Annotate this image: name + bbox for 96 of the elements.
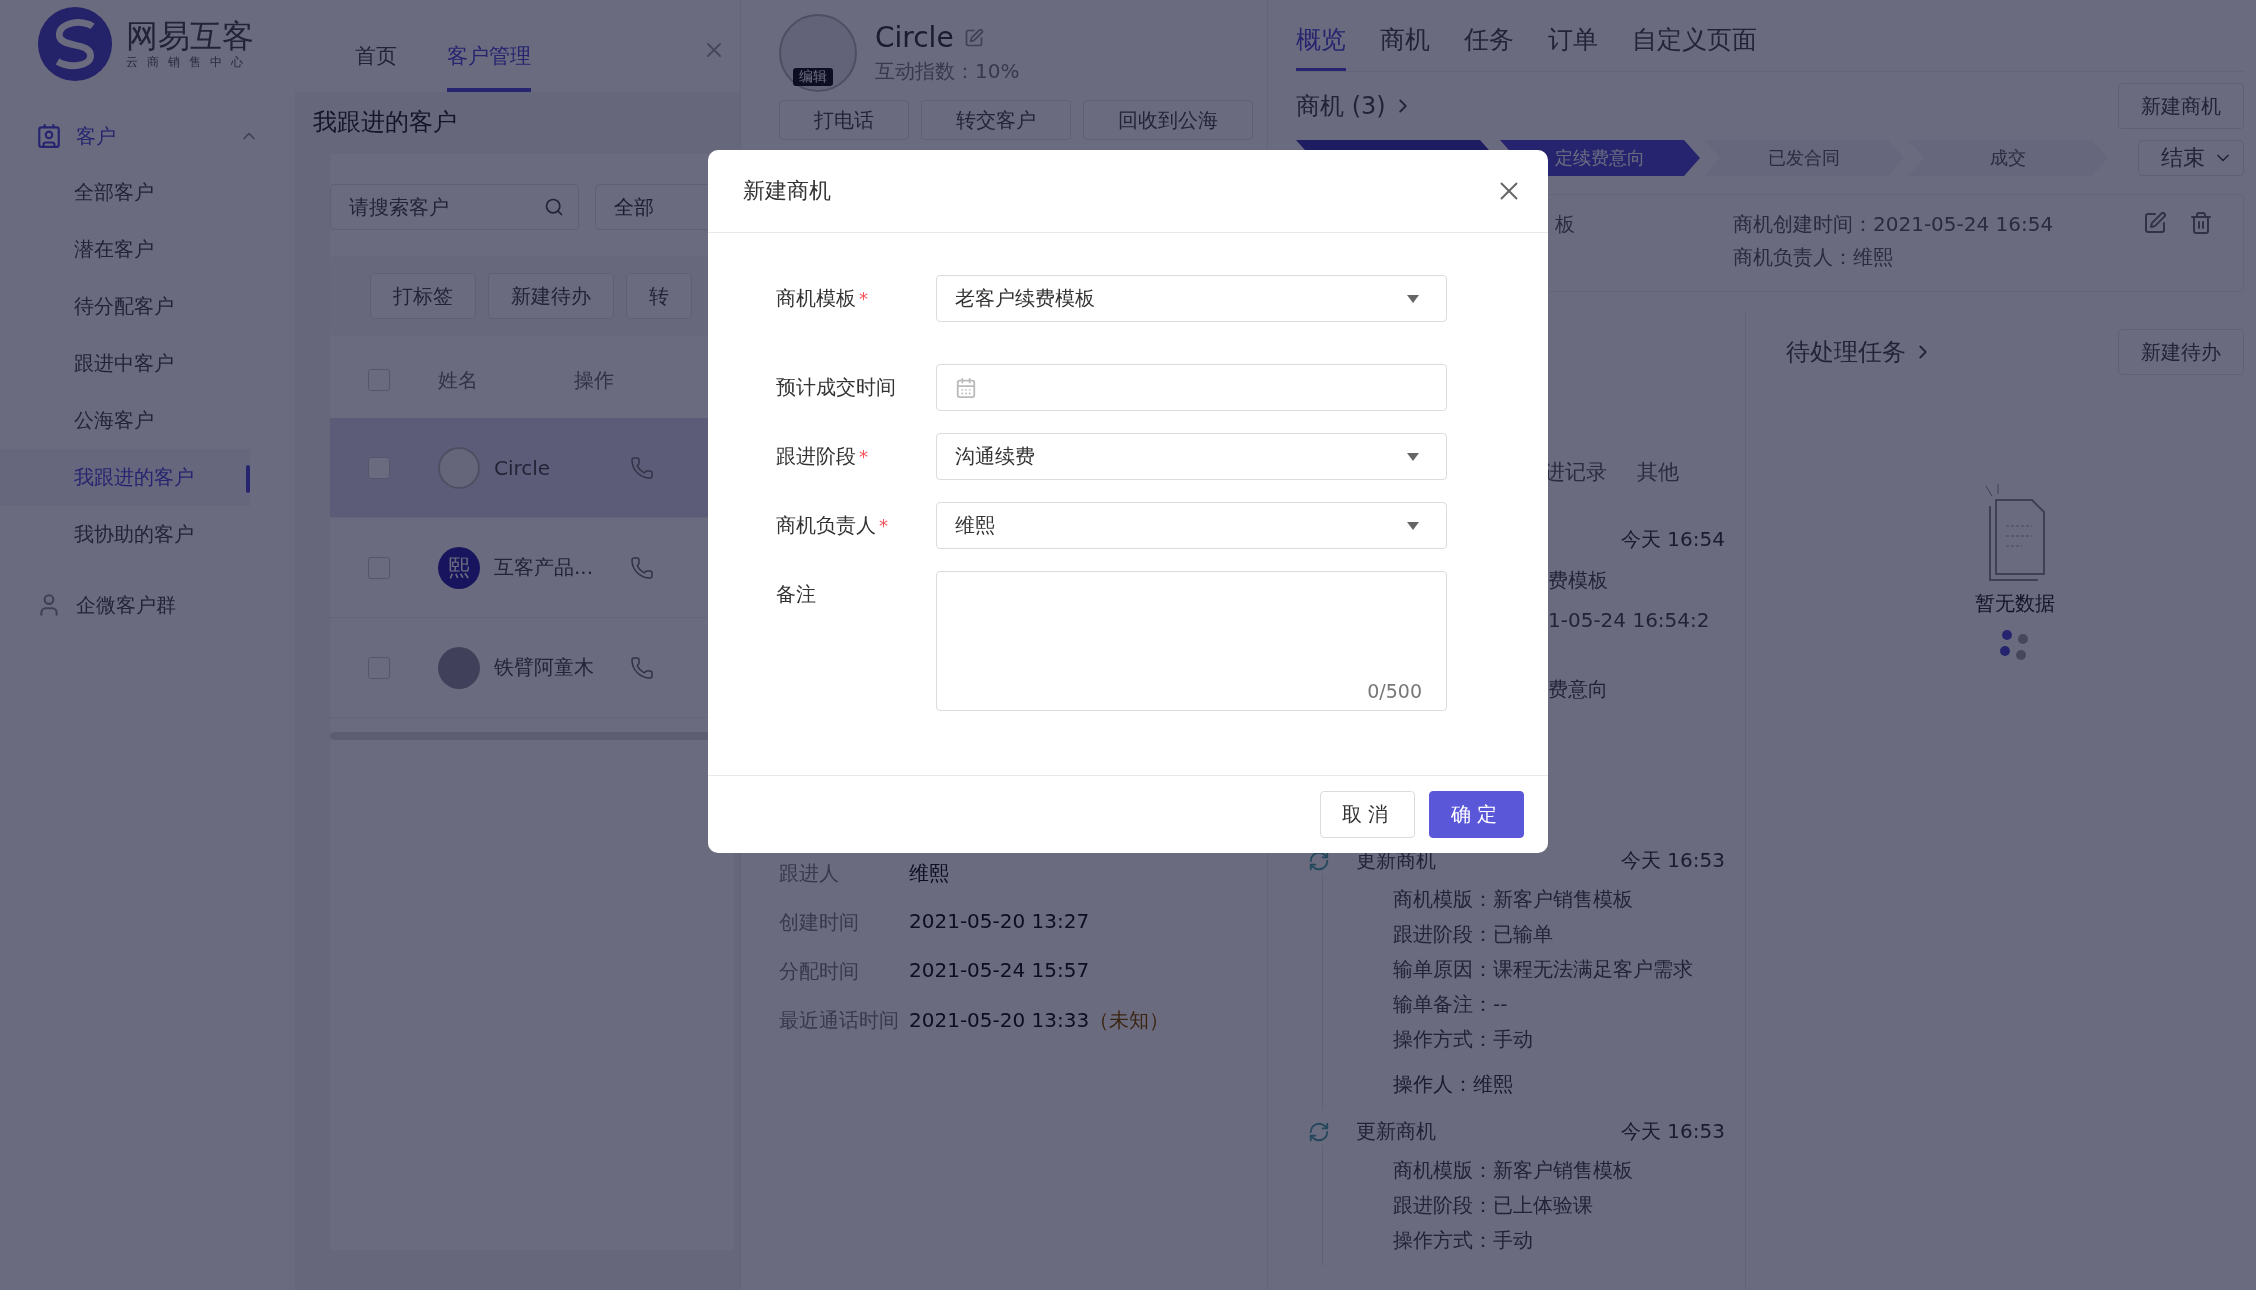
detail-tab[interactable]: 任务 (1464, 23, 1514, 71)
nav-tab[interactable]: 首页 (355, 42, 397, 92)
sidebar-item[interactable]: 我协助的客户 (0, 506, 250, 563)
logo-icon (36, 5, 114, 83)
new-task-button[interactable]: 新建待办 (2118, 329, 2244, 375)
photo-placeholder (438, 646, 480, 689)
detail-tab[interactable]: 订单 (1548, 23, 1598, 71)
detail-tab[interactable]: 自定义页面 (1632, 23, 1757, 71)
nav-tab[interactable]: 客户管理 (447, 42, 531, 92)
logo-subtitle: 云商销售中心 (126, 53, 253, 71)
customer-name: Circle (494, 455, 552, 480)
sidebar-item[interactable]: 跟进中客户 (0, 335, 250, 392)
entry-line: 操作方式：手动 (1393, 1227, 1534, 1254)
date-field[interactable] (936, 364, 1447, 411)
field-value: 2021-05-20 13:33（未知） (909, 1007, 1170, 1034)
detail-tab[interactable]: 商机 (1380, 23, 1430, 71)
select-field[interactable]: 沟通续费 (936, 433, 1447, 480)
caret-icon (1406, 451, 1420, 462)
customer-name: 互客产品... (494, 554, 595, 581)
caret-icon (1406, 293, 1420, 304)
contact-card-icon (36, 123, 62, 149)
notes-field[interactable]: 0/500 (936, 571, 1447, 711)
detail-tab[interactable]: 概览 (1296, 23, 1346, 71)
character-counter: 0/500 (1367, 680, 1422, 702)
section-title[interactable]: 待处理任务 (1786, 336, 1934, 368)
entry-title: 更新商机 (1356, 1118, 1436, 1145)
action-button[interactable]: 转 (626, 273, 692, 319)
entry-line: 1-05-24 16:54:2 (1548, 608, 1711, 632)
calendar-icon (955, 376, 977, 399)
entry-time: 今天 16:53 (1621, 847, 1725, 874)
field-label: 备注 (776, 581, 817, 608)
avatar: 熙 (438, 546, 480, 589)
operator: 操作人：维熙 (1393, 1071, 1514, 1098)
owner: 商机负责人：维熙 (1733, 244, 1894, 271)
sidebar-item[interactable]: 全部客户 (0, 164, 250, 221)
confirm-button[interactable]: 确定 (1429, 791, 1524, 838)
modal-title: 新建商机 (743, 177, 831, 205)
entry-line: 跟进阶段：已上体验课 (1393, 1192, 1594, 1219)
cancel-button[interactable]: 取消 (1320, 791, 1415, 838)
sidebar-item[interactable]: 待分配客户 (0, 278, 250, 335)
field-label: 商机负责人* (776, 512, 889, 539)
field-label: 预计成交时间 (776, 374, 897, 401)
sidebar-item[interactable]: 我跟进的客户 (0, 449, 250, 506)
action-button[interactable]: 打标签 (370, 273, 476, 319)
sidebar-item[interactable]: 公海客户 (0, 392, 250, 449)
action-button[interactable]: 回收到公海 (1083, 100, 1253, 140)
entry-time: 今天 16:53 (1621, 1118, 1725, 1145)
entry-line: 输单备注：-- (1393, 991, 1509, 1018)
phone-icon[interactable] (630, 455, 654, 480)
column-header: 操作 (574, 366, 615, 394)
action-button[interactable]: 打电话 (779, 100, 909, 140)
logo-name: 网易互客 (126, 17, 254, 54)
action-button[interactable]: 新建待办 (488, 273, 614, 319)
end-dropdown[interactable]: 结束 (2138, 140, 2244, 176)
entry-line: 商机模版：新客户销售模板 (1393, 1157, 1634, 1184)
sidebar-item[interactable]: 企微客户群 (76, 591, 176, 619)
phone-icon[interactable] (630, 555, 654, 580)
select-field[interactable]: 维熙 (936, 502, 1447, 549)
refresh-icon (1308, 1120, 1330, 1143)
trash-icon[interactable] (2189, 211, 2213, 235)
entry-line: 输单原因：课程无法满足客户需求 (1393, 956, 1694, 983)
sidebar-item[interactable]: 潜在客户 (0, 221, 250, 278)
field-value: 2021-05-24 15:57 (909, 958, 1090, 984)
empty-message: 暂无数据 (1975, 590, 2055, 617)
avatar-label: 编辑 (793, 68, 833, 86)
new-opportunity-button[interactable]: 新建商机 (2118, 83, 2244, 129)
customer-name: Circle (875, 21, 954, 54)
opportunity-name: 板 (1555, 211, 1576, 238)
entry-time: 今天 16:54 (1621, 526, 1725, 553)
avatar (438, 446, 480, 489)
section-title[interactable]: 商机 (3) (1296, 90, 1414, 122)
caret-icon (1406, 520, 1420, 531)
select-field[interactable]: 老客户续费模板 (936, 275, 1447, 322)
entry-line: 操作方式：手动 (1393, 1026, 1534, 1053)
edit-icon[interactable] (963, 27, 984, 48)
field-value: 2021-05-20 13:27 (909, 909, 1090, 935)
edit-icon[interactable] (2143, 211, 2167, 235)
field-label: 跟进阶段* (776, 443, 869, 470)
search-field[interactable]: 请搜索客户 (330, 184, 579, 230)
entry-line: 跟进阶段：已输单 (1393, 921, 1554, 948)
page-title: 我跟进的客户 (312, 107, 458, 138)
timeline-tab[interactable]: 其他 (1637, 458, 1679, 486)
sidebar-group-label: 客户 (76, 122, 116, 150)
entry-line: 费意向 (1548, 676, 1609, 703)
entry-line: 费模板 (1548, 567, 1609, 594)
customer-name: 铁臂阿童木 (494, 654, 595, 681)
stage-step[interactable]: 已发合同 (1704, 140, 1904, 176)
entry-line: 商机模版：新客户销售模板 (1393, 886, 1634, 913)
action-button[interactable]: 转交客户 (921, 100, 1071, 140)
field-label: 商机模板* (776, 285, 869, 312)
stage-step[interactable]: 成交 (1908, 140, 2108, 176)
field-value: 维熙 (909, 860, 949, 887)
column-header: 姓名 (438, 366, 479, 394)
created-time: 商机创建时间：2021-05-24 16:54 (1733, 211, 2054, 238)
phone-icon[interactable] (630, 655, 654, 680)
search-icon (543, 197, 564, 217)
